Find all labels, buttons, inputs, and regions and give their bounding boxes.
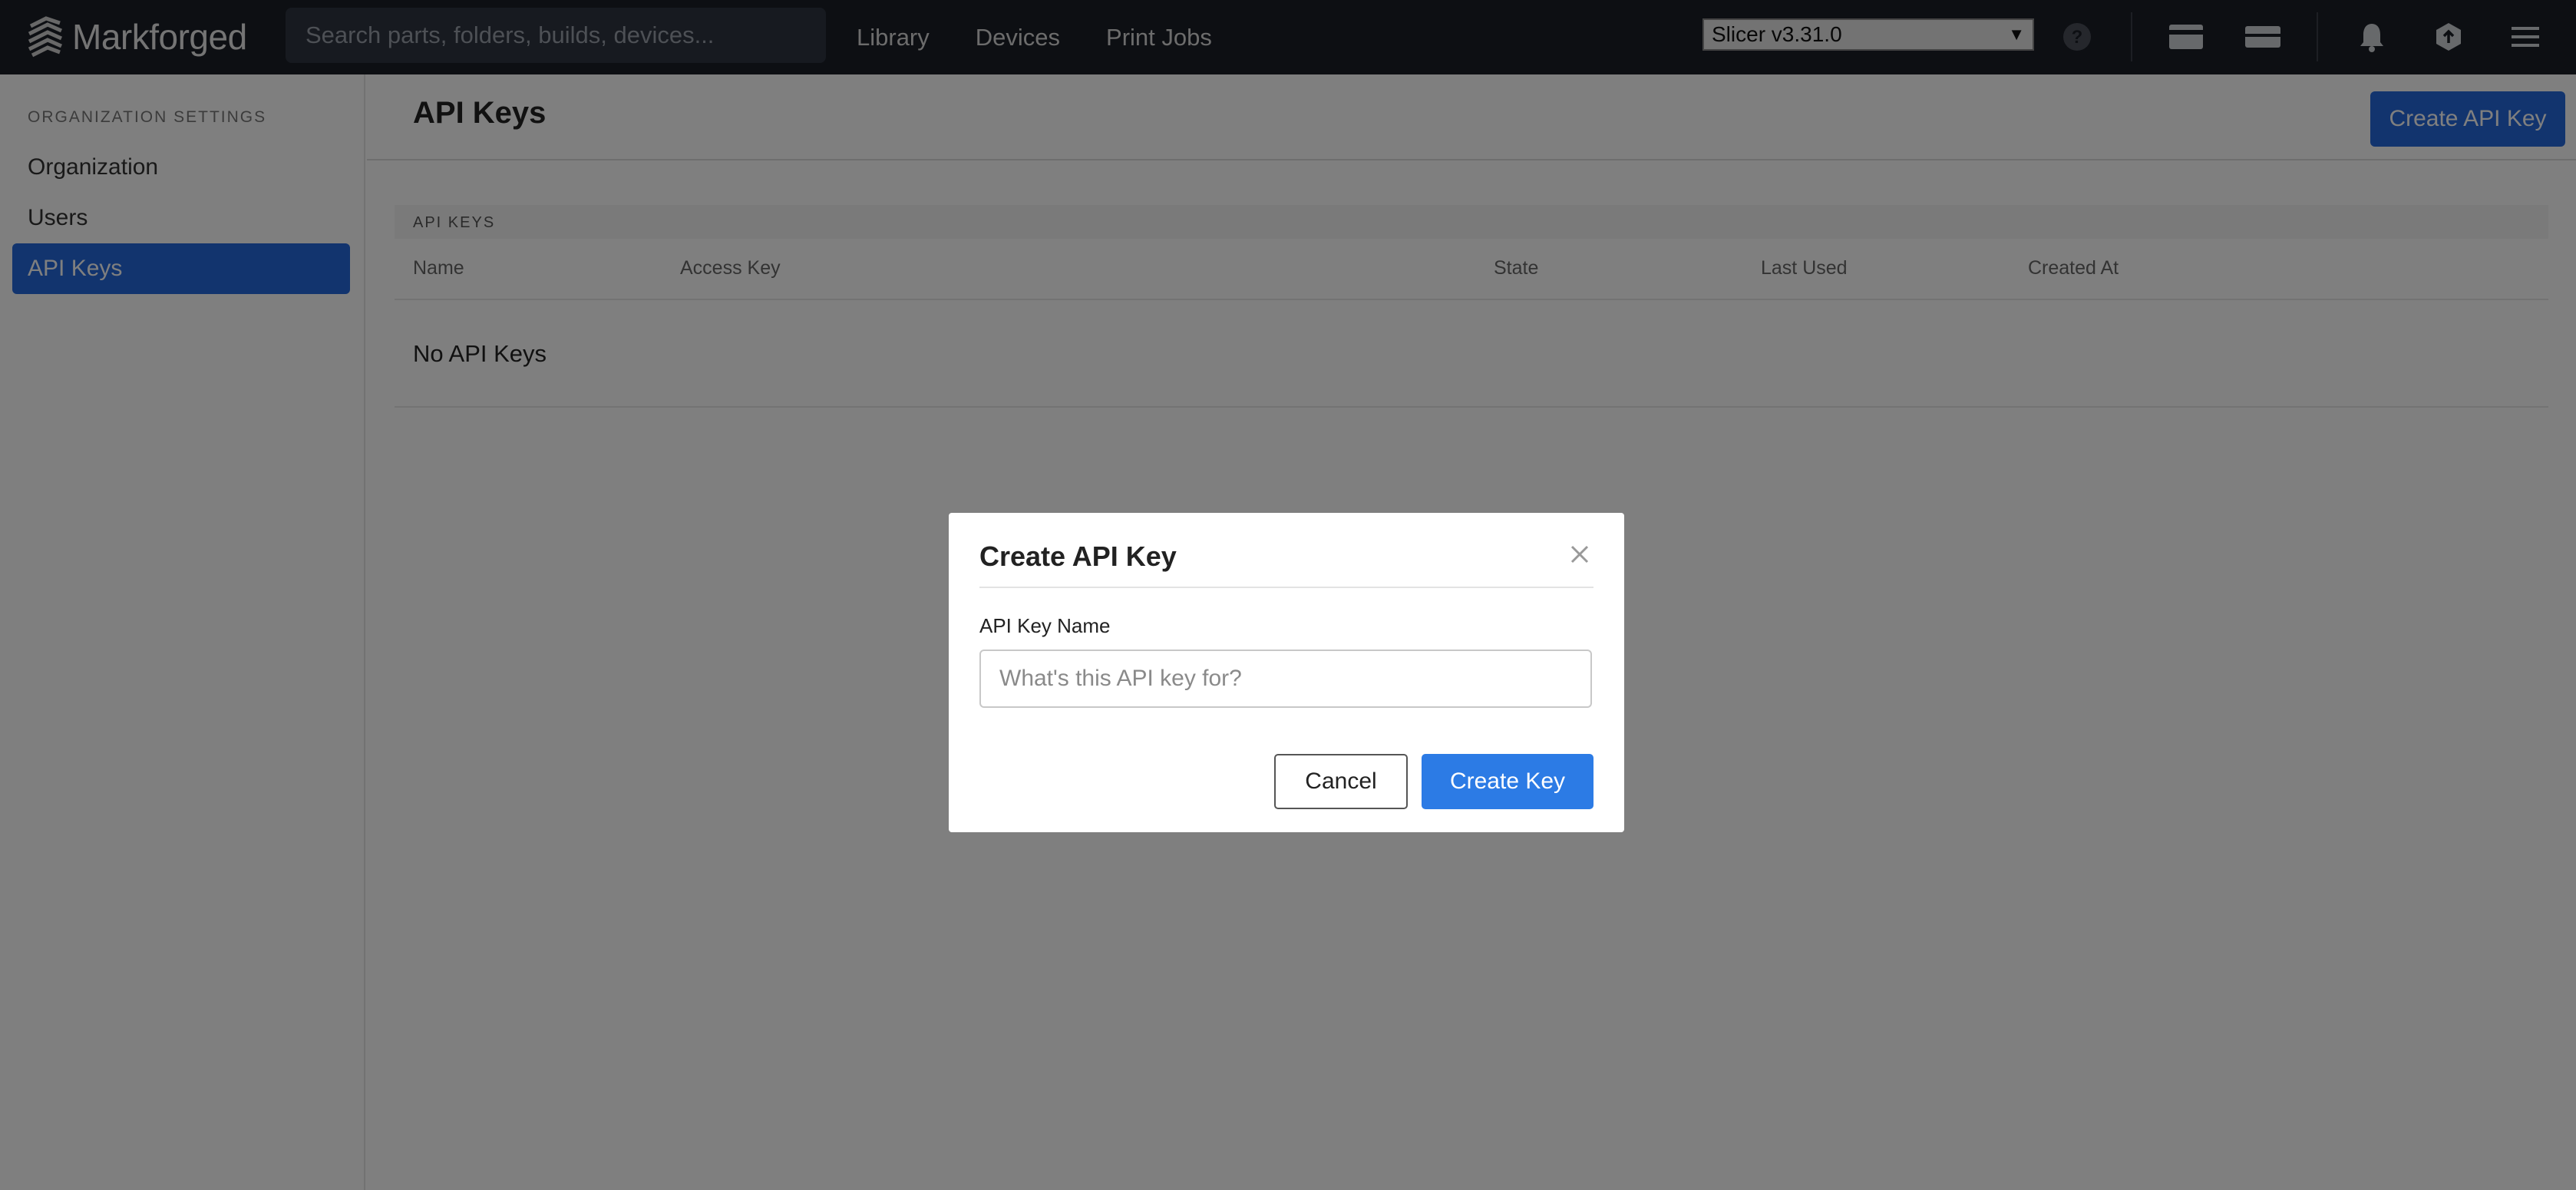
dialog-divider [979,587,1593,588]
create-key-button[interactable]: Create Key [1422,754,1593,809]
api-key-name-label: API Key Name [979,614,1111,637]
create-api-key-dialog: Create API Key API Key Name Cancel Creat… [949,513,1624,832]
dialog-title: Create API Key [979,540,1177,572]
close-icon[interactable] [1564,539,1595,570]
cancel-button[interactable]: Cancel [1274,754,1408,809]
api-key-name-input[interactable] [979,650,1592,708]
